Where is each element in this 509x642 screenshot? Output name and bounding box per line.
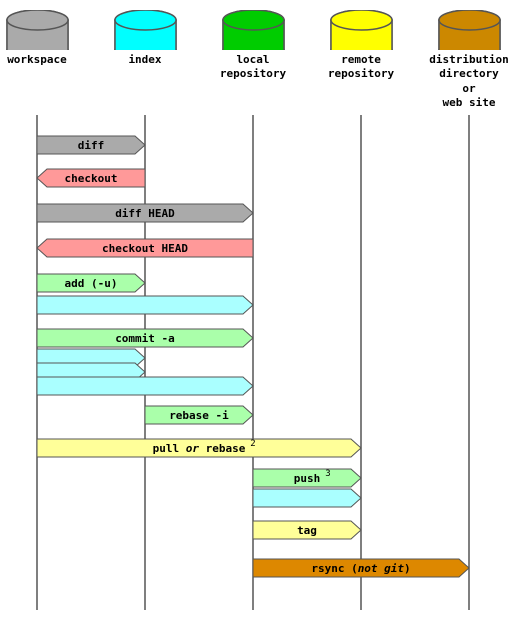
- cylinder-shape-dist_dir: [437, 10, 502, 50]
- arrow-14: tag: [253, 521, 361, 539]
- svg-text:checkout: checkout: [65, 172, 118, 185]
- cylinder-workspace: workspace: [5, 10, 70, 67]
- svg-text:tag: tag: [297, 524, 317, 537]
- svg-text:push: push: [294, 472, 321, 485]
- svg-text:diff HEAD: diff HEAD: [115, 207, 175, 220]
- arrow-0: diff: [37, 136, 145, 154]
- arrow-10: rebase -i: [145, 406, 253, 424]
- arrow-9: [37, 377, 253, 395]
- arrow-15: rsync (not git): [253, 559, 469, 577]
- cylinder-label-remote_repo: remote repository: [328, 53, 394, 82]
- cylinder-shape-index: [113, 10, 178, 50]
- arrow-6: commit -a: [37, 329, 253, 347]
- cylinder-index: index: [113, 10, 178, 67]
- arrow-3: checkout HEAD: [37, 239, 253, 257]
- cylinder-shape-remote_repo: [329, 10, 394, 50]
- cylinder-shape-workspace: [5, 10, 70, 50]
- cylinder-label-index: index: [128, 53, 161, 67]
- cylinder-label-workspace: workspace: [7, 53, 67, 67]
- cylinder-shape-local_repo: [221, 10, 286, 50]
- svg-text:2: 2: [250, 439, 255, 449]
- arrow-4: add (-u): [37, 274, 145, 292]
- arrow-5: [37, 296, 253, 314]
- svg-text:rsync (not git): rsync (not git): [311, 562, 410, 575]
- svg-text:3: 3: [325, 469, 330, 479]
- git-workflow-diagram: diff checkout diff HEAD checkout HEAD add (-…: [0, 0, 509, 642]
- cylinder-dist_dir: distribution directory or web site: [437, 10, 502, 110]
- cylinder-label-local_repo: local repository: [220, 53, 286, 82]
- cylinder-remote_repo: remote repository: [329, 10, 394, 82]
- arrow-7: [37, 349, 145, 367]
- arrow-12: push 3: [253, 469, 361, 487]
- svg-text:rebase -i: rebase -i: [169, 409, 229, 422]
- arrow-11: pull or rebase 2: [37, 439, 361, 457]
- cylinder-label-dist_dir: distribution directory or web site: [429, 53, 508, 110]
- arrow-13: [253, 489, 361, 507]
- arrow-8: [37, 363, 145, 381]
- svg-text:checkout HEAD: checkout HEAD: [102, 242, 188, 255]
- svg-text:pull or rebase: pull or rebase: [153, 442, 246, 455]
- svg-text:commit -a: commit -a: [115, 332, 175, 345]
- cylinder-local_repo: local repository: [221, 10, 286, 82]
- arrow-1: checkout: [37, 169, 145, 187]
- svg-text:diff: diff: [78, 139, 105, 152]
- svg-text:add (-u): add (-u): [65, 277, 118, 290]
- arrow-2: diff HEAD: [37, 204, 253, 222]
